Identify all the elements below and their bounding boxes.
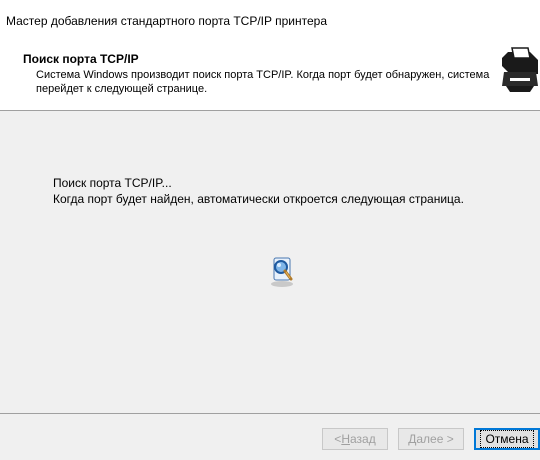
page-description: Система Windows производит поиск порта T… bbox=[36, 69, 490, 95]
window-title: Мастер добавления стандартного порта TCP… bbox=[6, 14, 328, 28]
search-magnifier-icon bbox=[267, 254, 297, 288]
next-rest: алее > bbox=[416, 432, 454, 446]
wizard-content: Поиск порта TCP/IP... Когда порт будет н… bbox=[0, 111, 540, 413]
back-button[interactable]: < Назад bbox=[322, 428, 388, 450]
status-line-2: Когда порт будет найден, автоматически о… bbox=[53, 192, 464, 206]
back-rest: азад bbox=[349, 432, 376, 446]
wizard-header: Поиск порта TCP/IP Система Windows произ… bbox=[0, 40, 540, 109]
window-titlebar: Мастер добавления стандартного порта TCP… bbox=[0, 0, 540, 39]
next-button[interactable]: Далее > bbox=[398, 428, 464, 450]
status-line-1: Поиск порта TCP/IP... bbox=[53, 176, 172, 190]
cancel-label: Отмена bbox=[480, 430, 534, 448]
back-hotkey: Н bbox=[341, 432, 350, 446]
page-heading: Поиск порта TCP/IP bbox=[23, 52, 139, 66]
back-prefix: < bbox=[334, 432, 342, 446]
next-hotkey: Д bbox=[408, 432, 417, 446]
wizard-footer: < Назад Далее > Отмена bbox=[0, 414, 540, 460]
printer-network-icon bbox=[500, 46, 540, 94]
cancel-button[interactable]: Отмена bbox=[474, 428, 540, 450]
